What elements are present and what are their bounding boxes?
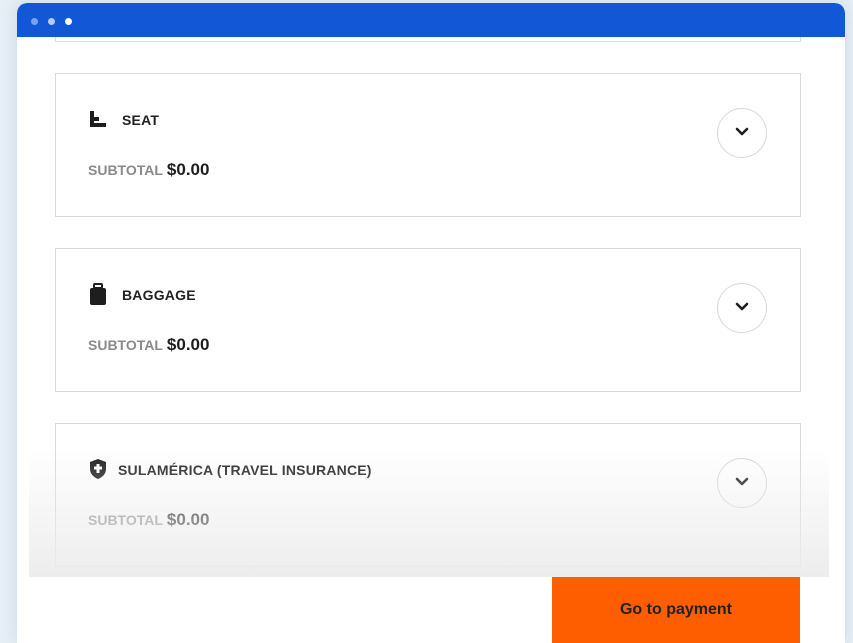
insurance-expand-button[interactable] [717,458,767,508]
seat-expand-button[interactable] [717,108,767,158]
chevron-down-icon [735,124,749,142]
insurance-subtotal: SUBTOTAL $0.00 [88,510,209,530]
window-close-dot[interactable] [31,18,38,25]
seat-title: SEAT [122,112,160,128]
chevron-down-icon [735,474,749,492]
extras-list[interactable]: SEAT SUBTOTAL $0.00 BAGGAGE SUBTOTAL $0.… [29,37,829,577]
app-window: SEAT SUBTOTAL $0.00 BAGGAGE SUBTOTAL $0.… [17,3,845,643]
baggage-title: BAGGAGE [122,287,196,303]
seat-subtotal-label: SUBTOTAL [88,162,163,178]
window-titlebar [17,3,845,37]
seat-card: SEAT SUBTOTAL $0.00 [55,73,801,217]
suitcase-icon [88,283,108,305]
go-to-payment-button[interactable]: Go to payment [552,577,800,643]
chevron-down-icon [735,299,749,317]
baggage-subtotal: SUBTOTAL $0.00 [88,335,209,355]
baggage-expand-button[interactable] [717,283,767,333]
shield-icon [88,458,108,480]
baggage-card: BAGGAGE SUBTOTAL $0.00 [55,248,801,392]
seat-icon [88,108,108,130]
previous-card-edge [55,37,801,42]
seat-subtotal: SUBTOTAL $0.00 [88,160,209,180]
insurance-subtotal-value: $0.00 [166,510,210,529]
baggage-subtotal-value: $0.00 [166,335,210,354]
insurance-title: SULAMÉRICA (TRAVEL INSURANCE) [118,462,372,478]
insurance-card: SULAMÉRICA (TRAVEL INSURANCE) SUBTOTAL $0… [55,423,801,567]
window-maximize-dot[interactable] [65,18,72,25]
window-minimize-dot[interactable] [48,18,55,25]
seat-subtotal-value: $0.00 [166,160,210,179]
baggage-subtotal-label: SUBTOTAL [88,337,163,353]
payment-footer: Go to payment [17,577,845,643]
insurance-subtotal-label: SUBTOTAL [88,512,163,528]
